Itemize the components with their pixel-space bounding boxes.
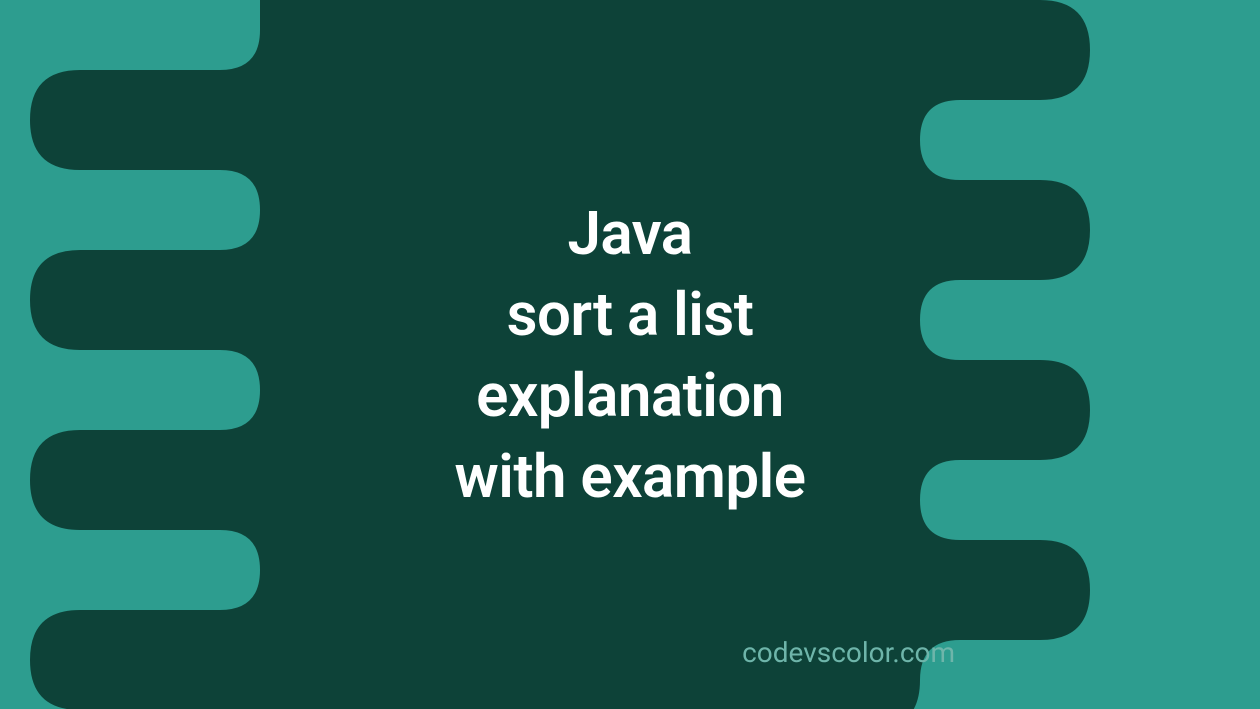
graphic-container: Java sort a list explanation with exampl… xyxy=(0,0,1260,709)
title-line-2: sort a list xyxy=(454,274,805,355)
title-line-3: explanation xyxy=(454,355,805,436)
content-area: Java sort a list explanation with exampl… xyxy=(0,0,1260,709)
title-line-1: Java xyxy=(454,193,805,274)
title-text: Java sort a list explanation with exampl… xyxy=(454,193,805,517)
title-line-4: with example xyxy=(454,436,805,517)
watermark-text: codevscolor.com xyxy=(742,636,955,669)
